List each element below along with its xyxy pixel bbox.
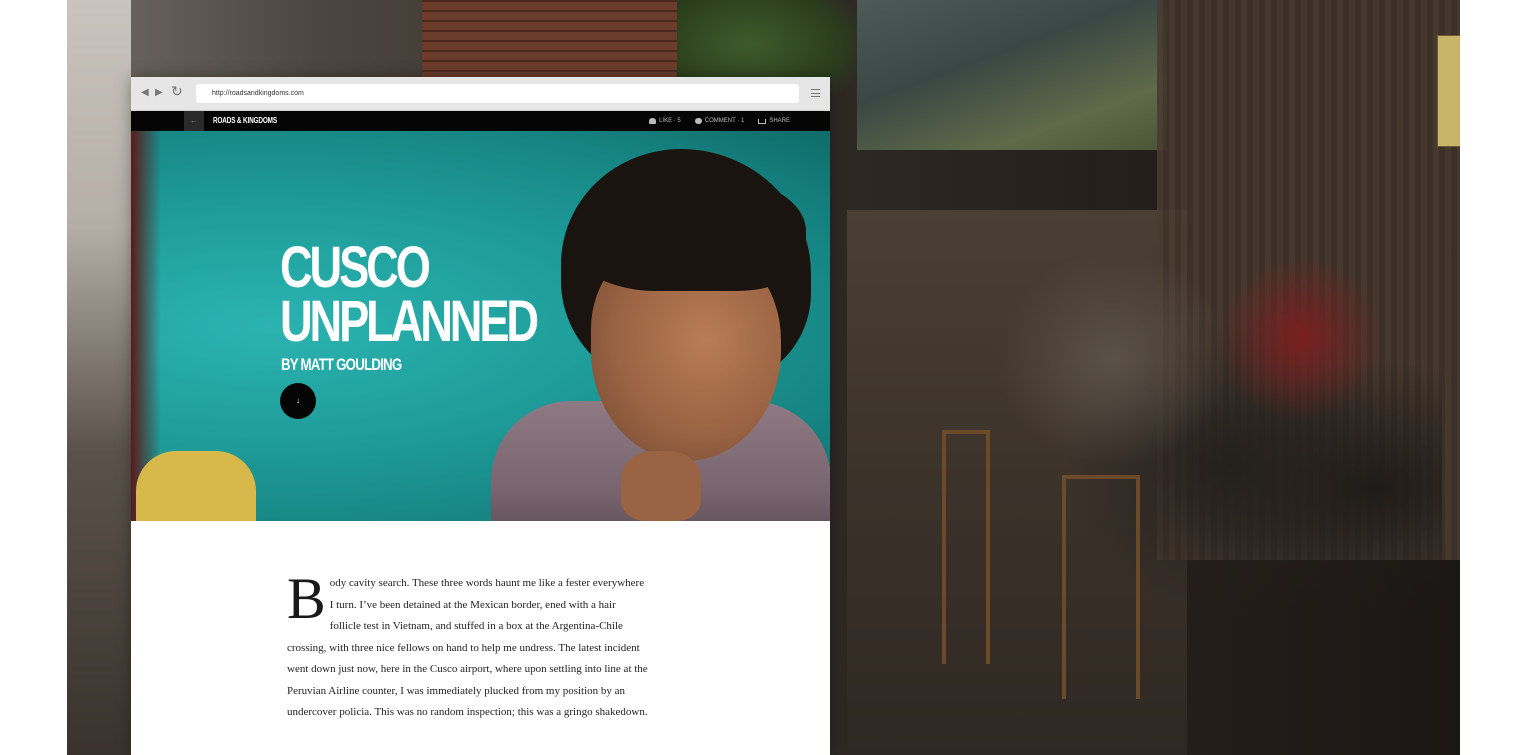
like-label: LIKE · 5 xyxy=(659,118,681,124)
reload-icon[interactable]: ↻ xyxy=(171,84,183,98)
article-body: B ody cavity search. These three words h… xyxy=(131,521,830,755)
background-brick-building xyxy=(422,0,677,80)
heart-icon xyxy=(649,118,657,124)
drop-cap: B xyxy=(287,566,326,631)
background-mountains xyxy=(857,0,1167,150)
share-icon xyxy=(758,118,767,124)
site-logo[interactable]: ROADS & KINGDOMS xyxy=(213,111,277,131)
comment-button[interactable]: COMMENT · 1 xyxy=(694,111,745,131)
arrow-down-icon: ↓ xyxy=(296,396,300,405)
title-line-1: CUSCO xyxy=(280,235,431,300)
background-chair xyxy=(1062,475,1140,699)
article-actions: LIKE · 5 COMMENT · 1 SHARE xyxy=(649,111,790,131)
hero-yellow-cloth xyxy=(136,451,256,521)
browser-toolbar: ◀ ▶ ↻ http://roadsandkingdoms.com xyxy=(131,77,830,111)
comment-bubble-icon xyxy=(694,118,702,124)
share-button[interactable]: SHARE xyxy=(758,111,790,131)
scroll-down-button[interactable]: ↓ xyxy=(280,383,316,419)
background-poster xyxy=(1437,35,1460,147)
title-line-2: UNPLANNED xyxy=(280,289,539,354)
hero-child-fringe xyxy=(576,171,806,291)
back-arrow-icon[interactable]: ◀ xyxy=(141,86,149,100)
article-byline: BY MATT GOULDING xyxy=(281,355,402,374)
site-navbar: ← ROADS & KINGDOMS LIKE · 5 COMMENT · 1 … xyxy=(131,111,830,131)
address-bar[interactable]: http://roadsandkingdoms.com xyxy=(196,84,799,103)
hero-image: CUSCO UNPLANNED BY MATT GOULDING ↓ xyxy=(131,131,830,521)
article-title: CUSCO UNPLANNED xyxy=(280,235,539,354)
article-paragraph: B ody cavity search. These three words h… xyxy=(287,566,649,724)
article-paragraph-text: ody cavity search. These three words hau… xyxy=(287,577,648,718)
background-chair xyxy=(942,430,990,664)
share-label: SHARE xyxy=(769,118,790,124)
background-wall xyxy=(67,0,131,755)
like-button[interactable]: LIKE · 5 xyxy=(649,111,681,131)
forward-arrow-icon[interactable]: ▶ xyxy=(155,86,163,100)
background-people-group xyxy=(972,230,1442,660)
browser-window: ◀ ▶ ↻ http://roadsandkingdoms.com ← ROAD… xyxy=(131,77,830,755)
comment-label: COMMENT · 1 xyxy=(704,118,745,124)
hamburger-menu-icon[interactable] xyxy=(811,89,820,97)
hero-child-hands xyxy=(621,451,701,521)
site-back-button[interactable]: ← xyxy=(184,111,204,131)
